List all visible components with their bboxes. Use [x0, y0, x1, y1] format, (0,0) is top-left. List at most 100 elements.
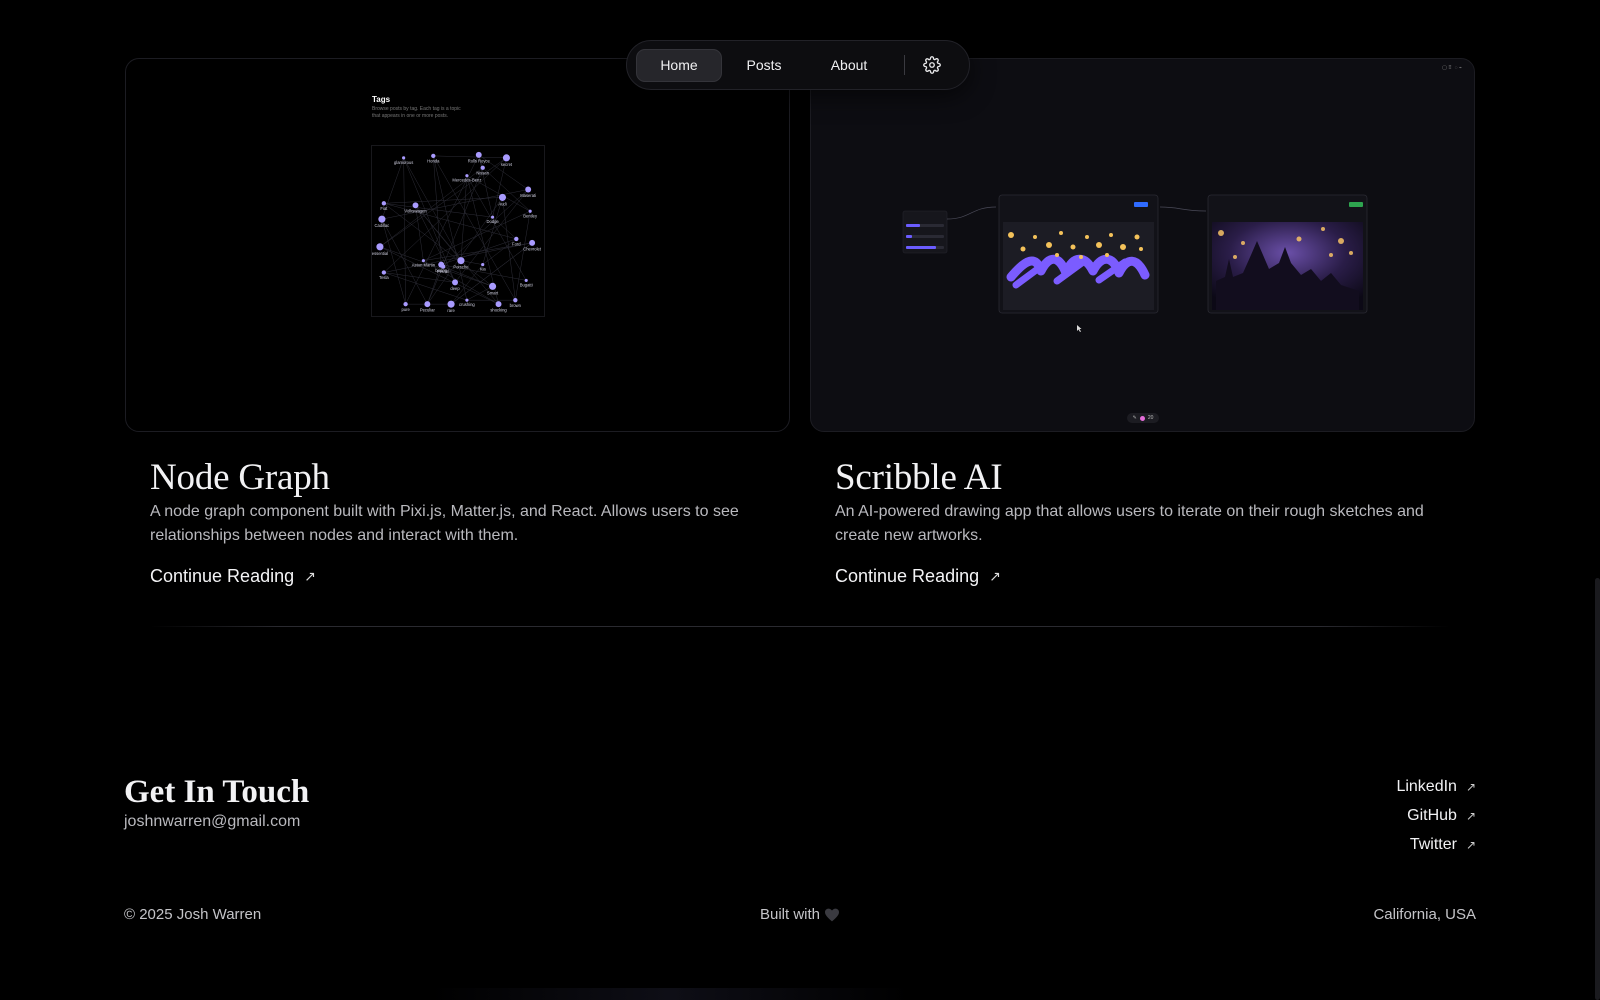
social-links: LinkedIn ↗ GitHub ↗ Twitter ↗	[1396, 776, 1476, 855]
link-label: Continue Reading	[150, 566, 295, 586]
graph-node[interactable]	[489, 282, 497, 290]
nav-home[interactable]: Home	[636, 48, 722, 82]
graph-node-label: Rolls Royce	[468, 158, 491, 163]
top-navigation: Home Posts About	[626, 40, 970, 90]
graph-edge	[383, 203, 493, 218]
graph-node-label: Smart	[487, 290, 499, 295]
graph-node[interactable]	[381, 201, 387, 206]
graph-node[interactable]	[403, 301, 408, 307]
graph-node-label: Dodge	[486, 219, 499, 224]
graph-node[interactable]	[498, 193, 507, 201]
graph-node-label: Porsche	[453, 265, 469, 270]
graph-node[interactable]	[376, 243, 384, 251]
graph-node[interactable]	[480, 165, 485, 170]
graph-node-label: Chevrolet	[523, 246, 542, 251]
graph-node-label: Audi	[498, 201, 506, 206]
node-graph-preview[interactable]: Tags Browse posts by tag. Each tag is a …	[125, 58, 790, 432]
copyright: © 2025 Josh Warren	[124, 906, 262, 923]
graph-node-label: Maserati	[520, 193, 536, 198]
graph-node[interactable]	[457, 257, 465, 265]
linkedin-link[interactable]: LinkedIn ↗	[1396, 776, 1476, 797]
post-title: Node Graph	[150, 457, 330, 498]
graph-edge	[478, 154, 493, 218]
graph-node-label: rare	[447, 308, 455, 313]
graph-node-label: shocking	[490, 308, 507, 313]
graph-node-label: Bentley	[523, 213, 538, 218]
graph-node-label: Ford	[512, 242, 521, 247]
canvas-status: ▢ ⠿ ◌ ⌁	[1442, 65, 1462, 71]
arrow-up-right-icon: ↗	[304, 568, 316, 584]
graph-node[interactable]	[529, 239, 536, 246]
graph-node-label: glamorous	[394, 160, 413, 165]
graph-node[interactable]	[525, 186, 532, 193]
credits-count: 20	[1147, 415, 1154, 421]
heart-icon	[825, 908, 840, 921]
section-divider	[150, 626, 1450, 627]
graph-node-label: Bugatti	[520, 282, 533, 287]
graph-node[interactable]	[381, 270, 387, 275]
scrollbar[interactable]	[1595, 578, 1600, 1000]
graph-node[interactable]	[502, 154, 510, 162]
graph-node[interactable]	[438, 261, 445, 268]
brush-icon: ✎	[1132, 415, 1137, 421]
gear-icon	[923, 56, 941, 74]
graph-node-label: essential	[372, 251, 388, 256]
location: California, USA	[1373, 906, 1476, 923]
preview-heading: Tags	[372, 95, 391, 104]
avatar	[1139, 415, 1145, 421]
graph-node-label: brown	[510, 303, 522, 308]
continue-reading-link[interactable]: Continue Reading ↗	[835, 566, 1001, 587]
graph-node[interactable]	[447, 300, 455, 308]
graph-node-label: secret	[501, 162, 513, 167]
graph-node-label: Cadillac	[375, 223, 390, 228]
scribble-canvas	[902, 194, 1368, 332]
graph-node[interactable]	[412, 202, 419, 209]
post-description: An AI-powered drawing app that allows us…	[835, 503, 1424, 544]
graph-node[interactable]	[431, 153, 436, 159]
continue-reading-link[interactable]: Continue Reading ↗	[150, 566, 316, 587]
graph-node[interactable]	[424, 301, 431, 308]
arrow-up-right-icon: ↗	[1465, 808, 1476, 823]
graph-node-label: deep	[450, 286, 460, 291]
nav-about[interactable]: About	[806, 49, 892, 82]
graph-node-label: Volkswagen	[404, 209, 427, 214]
graph-node[interactable]	[475, 151, 482, 158]
twitter-link[interactable]: Twitter ↗	[1410, 834, 1476, 855]
contact-heading: Get In Touch	[124, 774, 310, 810]
post-description: A node graph component built with Pixi.j…	[150, 503, 739, 544]
graph-edge	[381, 219, 406, 305]
graph-node[interactable]	[452, 279, 458, 286]
nav-divider	[904, 55, 905, 75]
credits-pill[interactable]: ✎ 20	[1127, 413, 1159, 423]
social-label: Twitter	[1409, 835, 1457, 853]
arrow-up-right-icon: ↗	[1465, 779, 1476, 794]
graph-node-label: Aston Martin	[412, 263, 436, 268]
graph-node[interactable]	[514, 236, 519, 242]
graph-node-label: Tesla	[379, 275, 389, 280]
built-with-label: Built with	[760, 906, 821, 923]
post-title: Scribble AI	[835, 457, 1003, 498]
graph-node[interactable]	[513, 298, 518, 303]
graph-edge	[482, 197, 503, 265]
settings-button[interactable]	[917, 50, 947, 80]
preview-subtext: Browse posts by tag. Each tag is a topic…	[372, 106, 461, 119]
github-link[interactable]: GitHub ↗	[1407, 805, 1476, 826]
arrow-up-right-icon: ↗	[1465, 837, 1476, 852]
graph-node-label: Fiat	[380, 206, 388, 211]
email-link[interactable]: joshnwarren@gmail.com	[124, 813, 300, 831]
graph-node-label: Kia	[480, 267, 487, 272]
graph-node[interactable]	[495, 301, 502, 308]
graph-node-label: boring	[435, 268, 447, 273]
graph-node-label: Peculiar	[420, 308, 436, 313]
graph-edge	[502, 197, 516, 301]
graph-node[interactable]	[378, 215, 386, 223]
scribble-ai-preview[interactable]: ▢ ⠿ ◌ ⌁ ✎ 20	[810, 58, 1475, 432]
graph-node-label: crushing	[459, 302, 475, 307]
social-label: LinkedIn	[1396, 777, 1457, 795]
nav-posts[interactable]: Posts	[722, 49, 806, 82]
page: Home Posts About Tags Browse posts by ta…	[0, 0, 1600, 1000]
graph-node-label: Nissan	[476, 170, 489, 175]
link-label: Continue Reading	[835, 566, 980, 586]
arrow-up-right-icon: ↗	[989, 568, 1001, 584]
bottom-glow	[430, 988, 910, 1000]
